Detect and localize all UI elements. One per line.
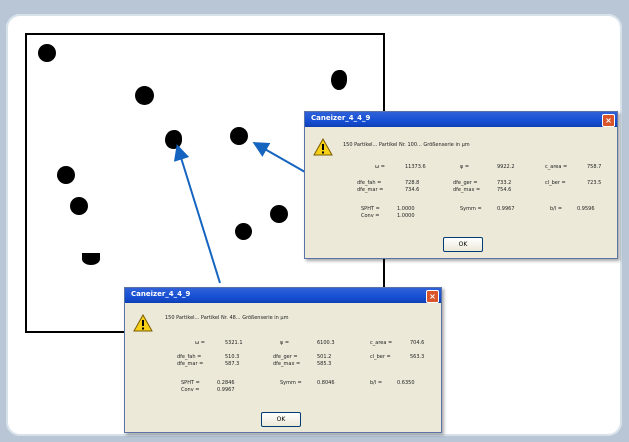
value: 734.6 bbox=[405, 187, 420, 193]
label: Symm = bbox=[460, 206, 482, 212]
label: SPHT = bbox=[181, 380, 200, 386]
value: 587.3 bbox=[225, 361, 240, 367]
value: 1.0000 bbox=[397, 206, 415, 212]
label: cl_ber = bbox=[370, 354, 391, 360]
label: ω = bbox=[195, 340, 205, 346]
value: 754.6 bbox=[497, 187, 512, 193]
label: dfe_fah = bbox=[357, 180, 382, 186]
value: 0.9967 bbox=[217, 387, 235, 393]
value: 5321.1 bbox=[225, 340, 243, 346]
value: 758.7 bbox=[587, 164, 602, 170]
label: dfe_fah = bbox=[177, 354, 202, 360]
label: SPHT = bbox=[361, 206, 380, 212]
close-icon[interactable]: × bbox=[602, 114, 615, 127]
dialog-header: 150 Partikel... Partikel Nr. 100... Größ… bbox=[343, 142, 470, 148]
label: dfe_ger = bbox=[273, 354, 298, 360]
value: 0.8046 bbox=[317, 380, 335, 386]
arrow-to-particle-right bbox=[252, 142, 306, 173]
value: 728.8 bbox=[405, 180, 420, 186]
ok-button[interactable]: OK bbox=[261, 412, 301, 427]
dialog-title: Caneizer_4_4_9 bbox=[131, 290, 191, 298]
value: 723.5 bbox=[587, 180, 602, 186]
dialog-title: Caneizer_4_4_9 bbox=[311, 114, 371, 122]
label: c_area = bbox=[545, 164, 568, 170]
label: c_area = bbox=[370, 340, 393, 346]
value: 11373.6 bbox=[405, 164, 426, 170]
ok-button[interactable]: OK bbox=[443, 237, 483, 252]
arrow-to-particle-left bbox=[173, 144, 221, 284]
label: dfe_mar = bbox=[357, 187, 384, 193]
result-dialog-top: Caneizer_4_4_9 × 150 Partikel... Partike… bbox=[304, 111, 618, 259]
value: 563.3 bbox=[410, 354, 425, 360]
value: 0.9596 bbox=[577, 206, 595, 212]
label: cl_ber = bbox=[545, 180, 566, 186]
dialog-titlebar: Caneizer_4_4_9 × bbox=[305, 112, 617, 127]
value: 585.3 bbox=[317, 361, 332, 367]
label: ω = bbox=[375, 164, 385, 170]
value: 0.9967 bbox=[497, 206, 515, 212]
label: dfe_ger = bbox=[453, 180, 478, 186]
label: Conv = bbox=[181, 387, 200, 393]
label: b/l = bbox=[370, 380, 383, 386]
warning-icon bbox=[133, 314, 153, 332]
label: dfe_mar = bbox=[177, 361, 204, 367]
dialog-titlebar: Caneizer_4_4_9 × bbox=[125, 288, 441, 303]
label: ψ = bbox=[460, 164, 470, 170]
close-icon[interactable]: × bbox=[426, 290, 439, 303]
label: Conv = bbox=[361, 213, 380, 219]
value: 6100.3 bbox=[317, 340, 335, 346]
value: 704.6 bbox=[410, 340, 425, 346]
label: dfe_max = bbox=[273, 361, 301, 367]
value: 733.2 bbox=[497, 180, 512, 186]
value: 1.0000 bbox=[397, 213, 415, 219]
label: b/l = bbox=[550, 206, 563, 212]
value: 0.6350 bbox=[397, 380, 415, 386]
value: 510.3 bbox=[225, 354, 240, 360]
value: 0.2846 bbox=[217, 380, 235, 386]
label: Symm = bbox=[280, 380, 302, 386]
warning-icon bbox=[313, 138, 333, 156]
value: 501.2 bbox=[317, 354, 332, 360]
label: dfe_max = bbox=[453, 187, 481, 193]
dialog-header: 150 Partikel... Partikel Nr. 48... Größe… bbox=[165, 315, 289, 321]
label: ψ = bbox=[280, 340, 290, 346]
result-dialog-bottom: Caneizer_4_4_9 × 150 Partikel... Partike… bbox=[124, 287, 442, 433]
value: 9922.2 bbox=[497, 164, 515, 170]
